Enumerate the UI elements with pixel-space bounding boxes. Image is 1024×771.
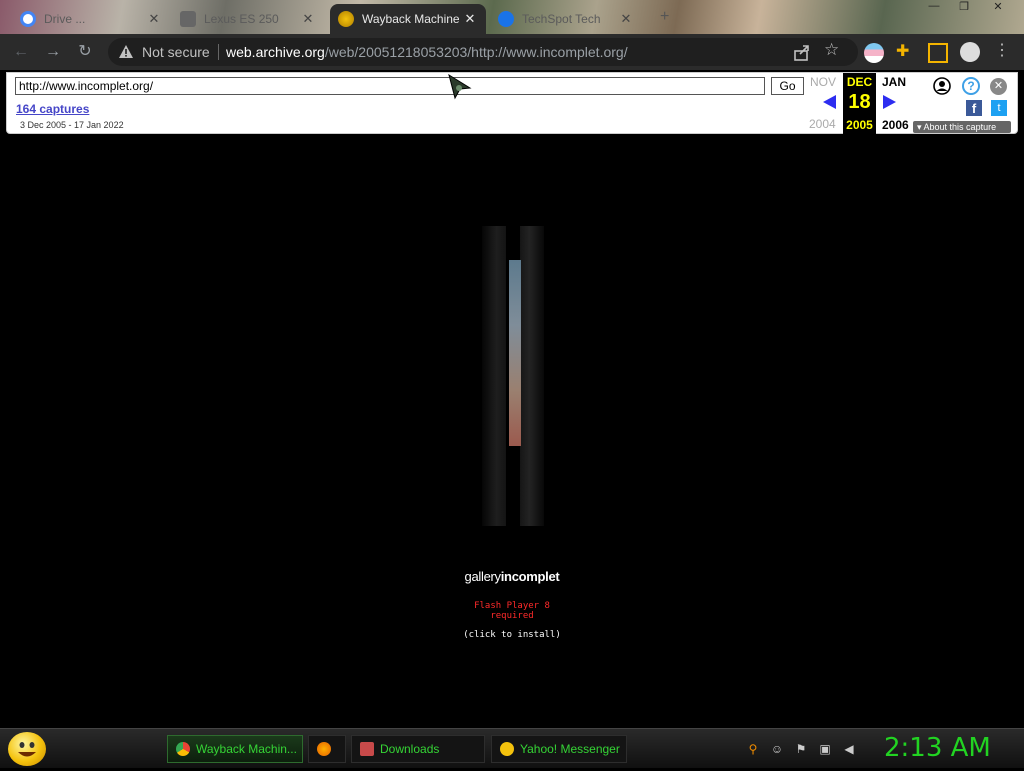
profile-flag-icon[interactable] (864, 43, 884, 63)
network-icon[interactable]: ▣ (817, 741, 833, 757)
account-avatar-icon[interactable] (960, 42, 980, 62)
techspot-icon (498, 11, 514, 27)
tab-title: Drive ... (44, 12, 86, 26)
smiley-icon (18, 742, 36, 757)
forward-button[interactable]: → (42, 42, 64, 64)
extensions-icon[interactable]: ✚ (896, 41, 916, 61)
close-icon[interactable]: ✕ (300, 11, 316, 27)
close-icon[interactable]: ✕ (618, 11, 634, 27)
new-tab-button[interactable]: + (660, 8, 669, 26)
menu-kebab-icon[interactable]: ⋮ (994, 40, 1014, 60)
tab-title: TechSpot Tech (522, 12, 601, 26)
current-month: DEC (846, 75, 873, 89)
current-capture-date: DEC 18 2005 (843, 73, 876, 134)
go-button[interactable]: Go (771, 77, 804, 95)
taskbar-item-label: Downloads (380, 742, 440, 756)
tab-drive[interactable]: Drive ... ✕ (12, 4, 170, 34)
wayback-url-input[interactable] (15, 77, 765, 95)
tab-title: Lexus ES 250 (204, 12, 279, 26)
taskbar-item-label: Yahoo! Messenger (520, 742, 620, 756)
search-icon[interactable]: ⚲ (745, 741, 761, 757)
start-button[interactable] (8, 732, 46, 766)
close-icon[interactable]: ✕ (462, 11, 478, 27)
close-toolbar-icon[interactable]: ✕ (990, 78, 1007, 95)
facebook-icon[interactable]: f (966, 100, 982, 116)
decorative-panel-right (520, 226, 544, 526)
taskbar: Wayback Machin... Downloads Yahoo! Messe… (0, 728, 1024, 768)
back-button[interactable]: ← (10, 42, 32, 64)
volume-icon[interactable]: ◀ (841, 741, 857, 757)
downloads-icon (360, 742, 374, 756)
chat-icon[interactable]: ☺ (769, 741, 785, 757)
tab-strip: Drive ... ✕ Lexus ES 250 ✕ Wayback Machi… (0, 0, 1024, 34)
current-day: 18 (848, 91, 871, 113)
yahoo-messenger-icon (500, 742, 514, 756)
bookmark-star-icon[interactable]: ☆ (824, 40, 844, 60)
next-month[interactable]: JAN (882, 75, 906, 89)
decorative-gradient-strip (509, 260, 521, 446)
address-bar[interactable]: Not secure web.archive.org/web/200512180… (108, 38, 858, 66)
tab-title: Wayback Machine (362, 12, 460, 26)
security-label[interactable]: Not secure (142, 44, 210, 60)
prev-arrow-icon[interactable] (823, 95, 836, 109)
taskbar-item-yahoo-messenger[interactable]: Yahoo! Messenger (491, 735, 627, 763)
taskbar-item-firefox[interactable] (308, 735, 346, 763)
google-icon (20, 11, 36, 27)
tab-wayback[interactable]: Wayback Machine ✕ (330, 4, 486, 34)
divider (218, 44, 219, 60)
wayback-icon (338, 11, 354, 27)
capture-range: 3 Dec 2005 - 17 Jan 2022 (20, 120, 124, 130)
help-icon[interactable]: ? (962, 77, 980, 95)
current-year: 2005 (846, 118, 873, 132)
tab-techspot[interactable]: TechSpot Tech ✕ (490, 4, 642, 34)
warning-icon (119, 45, 133, 58)
about-capture-button[interactable]: ▾ About this capture (913, 121, 1011, 133)
chrome-icon (176, 742, 190, 756)
close-icon[interactable]: ✕ (146, 11, 162, 27)
car-icon (180, 11, 196, 27)
prev-month[interactable]: NOV (810, 75, 836, 89)
taskbar-item-wayback[interactable]: Wayback Machin... (167, 735, 303, 763)
captures-link[interactable]: 164 captures (16, 102, 89, 116)
url-text[interactable]: web.archive.org/web/20051218053203/http:… (226, 44, 628, 60)
install-flash-link[interactable]: (click to install) (0, 630, 1024, 640)
next-year[interactable]: 2006 (882, 118, 909, 132)
twitter-icon[interactable]: t (991, 100, 1007, 116)
minimize-button[interactable]: — (920, 0, 948, 16)
tab-lexus[interactable]: Lexus ES 250 ✕ (172, 4, 324, 34)
taskbar-item-downloads[interactable]: Downloads (351, 735, 485, 763)
browser-toolbar: ← → ↻ Not secure web.archive.org/web/200… (0, 34, 1024, 70)
side-panel-icon[interactable] (928, 43, 948, 63)
action-center-flag-icon[interactable]: ⚑ (793, 741, 809, 757)
share-icon[interactable] (792, 43, 812, 63)
system-clock[interactable]: 2:13 AM (884, 733, 991, 763)
maximize-button[interactable]: ❐ (950, 0, 978, 16)
site-logo: galleryincomplet (464, 569, 560, 584)
reload-button[interactable]: ↻ (74, 42, 96, 64)
user-account-icon[interactable] (933, 77, 951, 95)
next-arrow-icon[interactable] (883, 95, 896, 109)
flash-required-message: Flash Player 8 required (474, 601, 550, 621)
page-content: galleryincomplet Flash Player 8 required … (0, 138, 1024, 728)
firefox-icon (317, 742, 331, 756)
window-close-button[interactable]: ✕ (984, 0, 1012, 16)
taskbar-item-label: Wayback Machin... (196, 742, 297, 756)
prev-year[interactable]: 2004 (809, 117, 836, 131)
mouse-cursor-icon (448, 74, 472, 100)
wayback-toolbar: Go 164 captures 3 Dec 2005 - 17 Jan 2022… (6, 72, 1018, 134)
decorative-panel-left (482, 226, 506, 526)
